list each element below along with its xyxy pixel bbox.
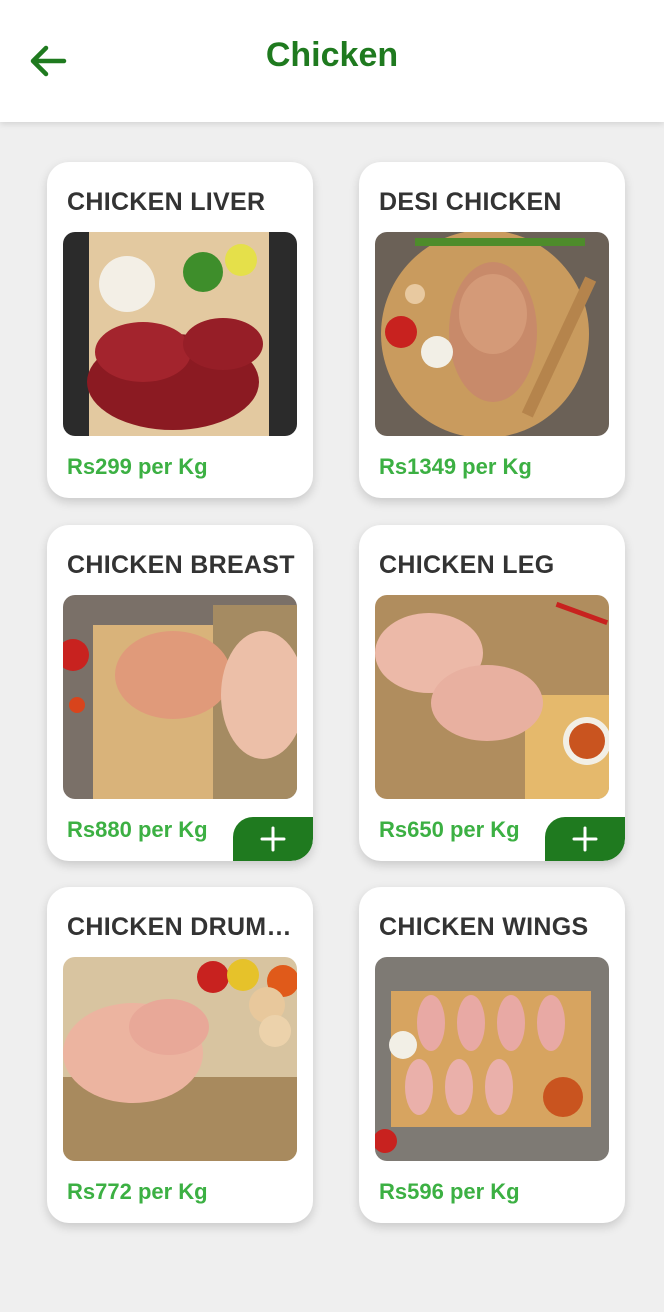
product-name: CHICKEN DRUMSTICKS [67, 913, 305, 941]
product-name: CHICKEN WINGS [379, 913, 589, 941]
product-card[interactable]: CHICKEN WINGS Rs596 per Kg [359, 887, 625, 1223]
product-name: CHICKEN LIVER [67, 188, 266, 216]
product-price: Rs772 per Kg [67, 1179, 208, 1204]
product-price: Rs880 per Kg [67, 817, 208, 842]
product-price: Rs596 per Kg [379, 1179, 520, 1204]
app-bar: Chicken [0, 0, 664, 122]
plus-icon [260, 826, 286, 852]
add-to-cart-button[interactable] [545, 817, 625, 861]
product-image [63, 957, 297, 1161]
product-image [375, 957, 609, 1161]
page-title: Chicken [265, 36, 399, 74]
add-to-cart-button[interactable] [233, 817, 313, 861]
product-price: Rs650 per Kg [379, 817, 520, 842]
product-card[interactable]: CHICKEN BREAST Rs880 per Kg [47, 525, 313, 861]
product-image [375, 232, 609, 436]
product-card[interactable]: CHICKEN LIVER Rs299 per Kg [47, 162, 313, 498]
product-card[interactable]: CHICKEN LEG Rs650 per Kg [359, 525, 625, 861]
product-name: CHICKEN BREAST [67, 551, 295, 579]
product-price: Rs1349 per Kg [379, 454, 532, 479]
product-image [63, 595, 297, 799]
product-card[interactable]: CHICKEN DRUMSTICKS Rs772 per Kg [47, 887, 313, 1223]
product-name: CHICKEN LEG [379, 551, 555, 579]
product-image [63, 232, 297, 436]
product-image [375, 595, 609, 799]
product-name: DESI CHICKEN [379, 188, 562, 216]
plus-icon [572, 826, 598, 852]
product-card[interactable]: DESI CHICKEN Rs1349 per Kg [359, 162, 625, 498]
product-price: Rs299 per Kg [67, 454, 208, 479]
